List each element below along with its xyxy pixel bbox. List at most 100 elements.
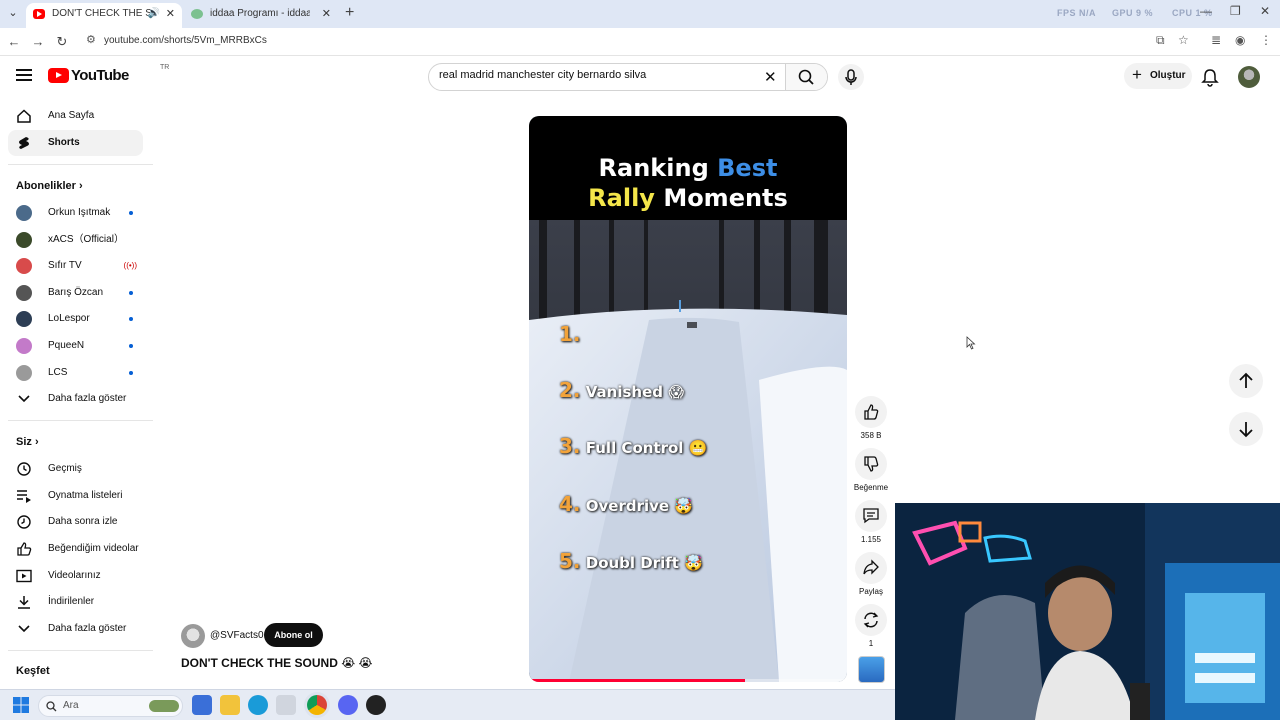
you-header-label: Siz — [16, 436, 32, 448]
channel-avatar[interactable] — [181, 624, 205, 648]
notifications-bell-icon[interactable] — [1200, 67, 1220, 87]
dislike-button[interactable] — [855, 448, 887, 480]
sidebar-item-liked-videos[interactable]: Beğendiğim videolar — [8, 536, 143, 562]
edge-browser-icon[interactable] — [248, 695, 268, 715]
maximize-icon[interactable]: ❐ — [1230, 4, 1241, 18]
tab-iddaa[interactable]: iddaa Programı - iddaa Bülteni ✕ — [184, 3, 338, 28]
sidebar-item-watch-later[interactable]: Daha sonra izle — [8, 509, 143, 535]
bookmark-star-icon[interactable]: ☆ — [1178, 33, 1189, 47]
file-explorer-icon[interactable] — [220, 695, 240, 715]
profile-icon[interactable]: ◉ — [1235, 33, 1245, 47]
comments-action[interactable]: 1.155 — [853, 500, 889, 544]
search-button[interactable] — [785, 64, 827, 90]
chevron-down-icon — [18, 625, 30, 633]
obs-studio-icon[interactable] — [366, 695, 386, 715]
windows-start-icon[interactable] — [13, 697, 29, 713]
like-button[interactable] — [855, 396, 887, 428]
new-content-dot — [129, 317, 133, 321]
sound-thumbnail[interactable] — [858, 656, 885, 683]
you-header[interactable]: Siz › — [16, 436, 39, 448]
voice-search-button[interactable] — [838, 64, 864, 90]
new-content-dot — [129, 211, 133, 215]
close-window-icon[interactable]: ✕ — [1260, 4, 1270, 18]
your-videos-icon — [16, 569, 32, 583]
rank-item: 4. Overdrive 🤯 — [559, 492, 693, 516]
sidebar-item-your-videos[interactable]: Videolarınız — [8, 563, 143, 589]
subscribe-button[interactable]: Abone ol — [264, 623, 323, 647]
store-app-icon[interactable] — [276, 695, 296, 715]
sidebar-item-playlists[interactable]: Oynatma listeleri — [8, 483, 143, 509]
next-short-button[interactable] — [1229, 412, 1263, 446]
comments-button[interactable] — [855, 500, 887, 532]
video-progress-bar[interactable] — [529, 679, 847, 682]
site-info-icon[interactable]: ⚙ — [86, 33, 96, 46]
chevron-down-icon — [18, 395, 30, 403]
sidebar-item-label: Beğendiğim videolar — [48, 543, 139, 554]
clear-search-icon[interactable]: ✕ — [764, 68, 777, 86]
sidebar-item-history[interactable]: Geçmiş — [8, 456, 143, 482]
comment-icon — [863, 508, 879, 524]
subscription-item[interactable]: Barış Özcan — [8, 280, 143, 306]
sidebar-item-downloads[interactable]: İndirilenler — [8, 589, 143, 615]
remix-button[interactable] — [855, 604, 887, 636]
taskbar-search-placeholder: Ara — [63, 700, 79, 711]
show-more-subscriptions[interactable]: Daha fazla göster — [8, 386, 143, 412]
dislike-action[interactable]: Beğenme — [853, 448, 889, 492]
overlay-word-highlight: Best — [717, 154, 778, 182]
chrome-browser-icon[interactable] — [307, 695, 327, 715]
streamer-webcam-image — [895, 503, 1280, 720]
like-action[interactable]: 358 B — [853, 396, 889, 440]
minimize-icon[interactable]: — — [1200, 4, 1212, 18]
shorts-video-player[interactable]: Ranking Best Rally Moments 1. 2. Vanishe… — [529, 116, 847, 682]
downloads-icon — [18, 596, 30, 609]
subscription-item[interactable]: Sıfır TV ((•)) — [8, 253, 143, 279]
subscription-item[interactable]: xACS（Official） — [8, 227, 143, 253]
new-content-dot — [129, 291, 133, 295]
remix-action[interactable]: 1 — [853, 604, 889, 648]
channel-avatar — [16, 365, 32, 381]
address-bar[interactable]: ⚙ youtube.com/shorts/5Vm_MRRBxCs — [80, 30, 1200, 54]
forward-icon[interactable]: → — [28, 32, 48, 52]
share-action[interactable]: Paylaş — [853, 552, 889, 596]
divider — [8, 420, 153, 421]
tab-youtube[interactable]: DON'T CHECK THE SOUND 🔊 ✕ — [26, 3, 182, 28]
channel-avatar — [16, 285, 32, 301]
install-app-icon[interactable]: ⧉ — [1156, 33, 1165, 48]
new-tab-button[interactable]: + — [345, 4, 354, 22]
rank-number: 4. — [559, 492, 581, 516]
browser-menu-icon[interactable]: ⋮ — [1260, 33, 1272, 47]
search-input[interactable] — [439, 69, 759, 81]
channel-handle[interactable]: @SVFacts0 — [210, 630, 264, 641]
taskbar-search-field[interactable]: Ara — [38, 695, 183, 717]
liked-icon — [17, 542, 32, 556]
create-button[interactable]: Oluştur — [1124, 62, 1192, 89]
close-tab-icon[interactable]: ✕ — [322, 3, 331, 25]
discord-icon[interactable] — [338, 695, 358, 715]
subscription-item[interactable]: PqueeN — [8, 333, 143, 359]
close-tab-icon[interactable]: ✕ — [166, 3, 175, 25]
subscription-item[interactable]: LCS — [8, 360, 143, 386]
media-control-icon[interactable]: ≣ — [1211, 33, 1221, 47]
back-icon[interactable]: ← — [4, 32, 24, 52]
account-avatar[interactable] — [1238, 66, 1260, 88]
video-overlay-title-line-1: Ranking Best — [529, 154, 847, 182]
subscriptions-header[interactable]: Abonelikler › — [16, 180, 83, 192]
remix-icon — [863, 612, 879, 628]
explore-header: Keşfet — [16, 665, 50, 677]
speaker-icon[interactable]: 🔊 — [148, 3, 160, 25]
browser-toolbar: ← → ↻ ⚙ youtube.com/shorts/5Vm_MRRBxCs ⧉… — [0, 28, 1280, 56]
subscription-item[interactable]: Orkun Işıtmak — [8, 200, 143, 226]
tab-search-icon[interactable]: ⌄ — [4, 4, 22, 22]
share-button[interactable] — [855, 552, 887, 584]
previous-short-button[interactable] — [1229, 364, 1263, 398]
sidebar-item-home[interactable]: Ana Sayfa — [8, 103, 143, 129]
show-more-you[interactable]: Daha fazla göster — [8, 616, 143, 642]
remix-count: 1 — [868, 639, 874, 648]
rank-number: 2. — [559, 378, 581, 402]
sidebar-item-shorts[interactable]: Shorts — [8, 130, 143, 156]
menu-hamburger-icon[interactable] — [16, 69, 32, 81]
taskview-app-icon[interactable] — [192, 695, 212, 715]
sidebar: Ana Sayfa Shorts Abonelikler › Orkun Işı… — [0, 100, 154, 688]
reload-icon[interactable]: ↻ — [52, 32, 72, 52]
subscription-item[interactable]: LoLespor — [8, 306, 143, 332]
